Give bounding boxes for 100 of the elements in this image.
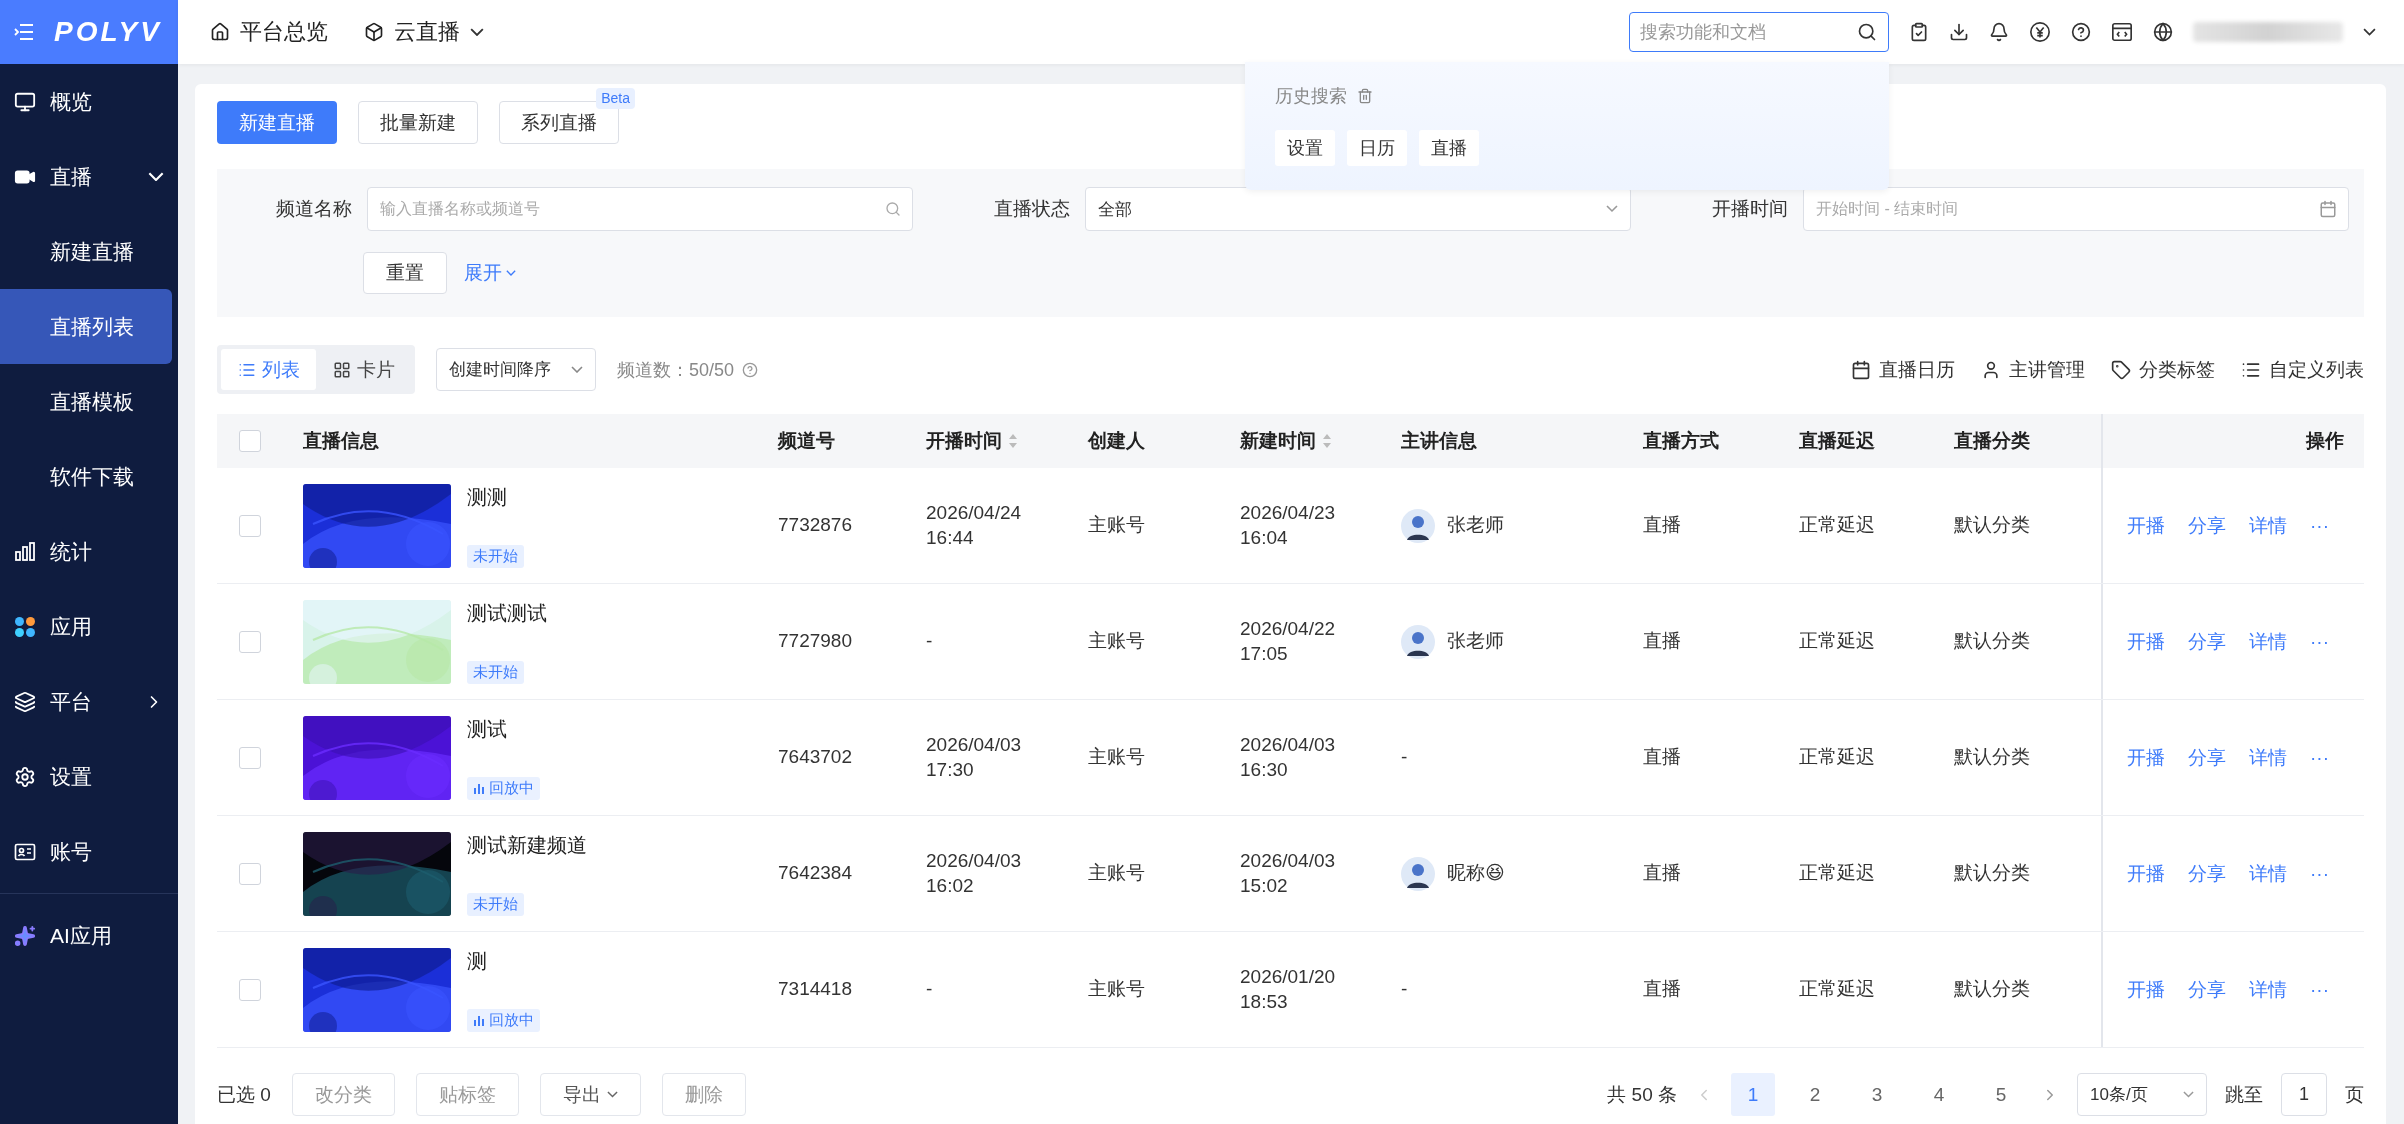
row-action-link[interactable]: 分享 [2188,744,2226,771]
sparkles-icon [14,924,36,947]
page-button[interactable]: 1 [1731,1073,1775,1116]
date-range-field[interactable]: 开始时间 - 结束时间 [1803,187,2349,231]
layers-icon [14,690,36,713]
more-button[interactable]: ··· [2310,514,2329,537]
more-button[interactable]: ··· [2310,746,2329,769]
sidebar-item[interactable]: AI应用 [0,898,178,973]
nav-item[interactable]: 平台总览 [210,17,328,47]
row-action-link[interactable]: 详情 [2249,512,2287,539]
row-action-link[interactable]: 详情 [2249,976,2287,1003]
sidebar-subitem[interactable]: 新建直播 [0,214,172,289]
action-button[interactable]: 新建直播 [217,101,337,144]
channel-search-field[interactable]: 输入直播名称或频道号 [367,187,913,231]
row-action-link[interactable]: 分享 [2188,512,2226,539]
cube-icon [364,22,384,42]
row-action-link[interactable]: 开播 [2127,860,2165,887]
reset-button[interactable]: 重置 [363,252,447,294]
sidebar-item[interactable]: 概览 [0,64,178,139]
yen-icon[interactable] [2029,21,2051,43]
sort-icon[interactable] [1008,433,1018,449]
toolbar-link[interactable]: 分类标签 [2111,356,2215,383]
sidebar-subitem[interactable]: 直播模板 [0,364,172,439]
search-field[interactable]: 搜索功能和文档 [1629,12,1889,52]
search-icon [885,201,901,217]
row-action-link[interactable]: 详情 [2249,860,2287,887]
sidebar-subitem[interactable]: 软件下载 [0,439,172,514]
row-action-link[interactable]: 分享 [2188,628,2226,655]
toolbar-link[interactable]: 主讲管理 [1981,356,2085,383]
checkbox[interactable] [239,630,261,653]
sort-icon[interactable] [1322,433,1332,449]
grid-icon [332,360,351,379]
channel-title: 测测 [467,484,507,510]
table-cell-text: 正常延迟 [1799,745,1876,770]
nav-item[interactable]: 云直播 [364,17,484,47]
code-window-icon[interactable] [2111,21,2133,43]
checkbox[interactable] [239,430,261,452]
help-icon[interactable] [2071,22,2091,42]
more-button[interactable]: ··· [2310,862,2329,885]
history-tag[interactable]: 日历 [1347,130,1407,166]
status-select[interactable]: 全部 [1085,187,1631,231]
table-cell-text: 默认分类 [1954,513,2031,538]
bar-chart-icon [473,1014,485,1026]
apps-icon [14,615,36,638]
clipboard-icon[interactable] [1909,22,1929,42]
chevron-down-icon [571,365,583,374]
presenter-name: 昵称😆 [1447,861,1505,886]
page-button[interactable]: 2 [1793,1073,1837,1116]
history-tag[interactable]: 直播 [1419,130,1479,166]
checkbox[interactable] [239,746,261,769]
row-action-link[interactable]: 详情 [2249,744,2287,771]
sidebar-item[interactable]: 直播 [0,139,178,214]
page-button[interactable]: 3 [1855,1073,1899,1116]
row-action-link[interactable]: 开播 [2127,628,2165,655]
checkbox[interactable] [239,862,261,885]
history-tag[interactable]: 设置 [1275,130,1335,166]
row-action-link[interactable]: 分享 [2188,860,2226,887]
channel-count: 频道数：50/50 [617,358,735,382]
expand-link[interactable]: 展开 [464,260,516,286]
sidebar-item[interactable]: 应用 [0,589,178,664]
view-tab[interactable]: 卡片 [316,349,411,390]
page-button[interactable]: 4 [1917,1073,1961,1116]
toolbar-link[interactable]: 自定义列表 [2241,356,2364,383]
chevron-down-icon [148,171,164,182]
row-action-link[interactable]: 开播 [2127,512,2165,539]
checkbox[interactable] [239,978,261,1001]
row-action-link[interactable]: 分享 [2188,976,2226,1003]
more-button[interactable]: ··· [2310,978,2329,1001]
column-header: 直播延迟 [1799,429,1876,453]
table-cell-text: 2026/04/03 15:02 [1240,848,1337,898]
sidebar-item[interactable]: 平台 [0,664,178,739]
globe-icon[interactable] [2153,22,2173,42]
sidebar-item[interactable]: 统计 [0,514,178,589]
download-icon[interactable] [1949,22,1969,42]
bell-icon[interactable] [1989,22,2009,42]
table-cell-text: 主账号 [1088,745,1146,770]
checkbox[interactable] [239,514,261,537]
table-cell-text: 2026/04/03 16:30 [1240,732,1337,782]
action-button[interactable]: 批量新建 [358,101,478,144]
toolbar-link[interactable]: 直播日历 [1851,356,1955,383]
more-button[interactable]: ··· [2310,630,2329,653]
page-size-select[interactable]: 10条/页 [2077,1073,2207,1116]
chevron-down-icon[interactable] [2363,28,2376,36]
sidebar-subitem[interactable]: 直播列表 [0,289,172,364]
trash-icon[interactable] [1357,88,1373,104]
view-tab[interactable]: 列表 [221,349,316,390]
row-action-link[interactable]: 开播 [2127,976,2165,1003]
page-input[interactable]: 1 [2281,1073,2327,1116]
bulk-button[interactable]: 导出 [539,1073,641,1116]
sort-select[interactable]: 创建时间降序 [436,348,596,391]
sidebar-item[interactable]: 账号 [0,814,178,889]
table-cell-text: 2026/01/20 18:53 [1240,964,1337,1014]
page-button[interactable]: 5 [1979,1073,2023,1116]
row-action-link[interactable]: 开播 [2127,744,2165,771]
table-cell-text: 主账号 [1088,861,1146,886]
bar-chart-icon [14,540,36,563]
settings-icon [14,765,36,788]
menu-icon[interactable] [14,23,34,41]
sidebar-item[interactable]: 设置 [0,739,178,814]
row-action-link[interactable]: 详情 [2249,628,2287,655]
